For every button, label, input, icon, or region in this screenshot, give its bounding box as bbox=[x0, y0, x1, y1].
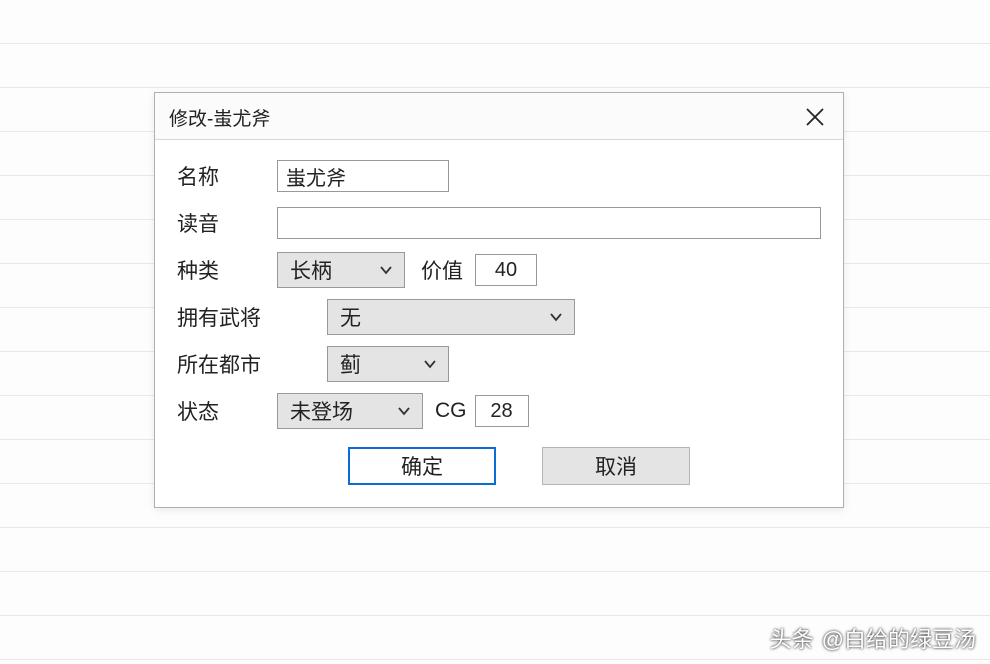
dialog-content: 名称 读音 种类 长柄 价值 拥有武将 无 所在都市 蓟 bbox=[155, 140, 843, 507]
edit-dialog: 修改-蚩尤斧 名称 读音 种类 长柄 价值 拥有武将 无 bbox=[154, 92, 844, 508]
watermark: 头条 @白给的绿豆汤 bbox=[770, 622, 976, 654]
row-type-value: 种类 长柄 价值 bbox=[177, 252, 821, 288]
status-label: 状态 bbox=[177, 396, 277, 426]
dialog-button-row: 确定 取消 bbox=[217, 447, 821, 485]
dialog-title: 修改-蚩尤斧 bbox=[169, 104, 270, 131]
type-select[interactable]: 长柄 bbox=[277, 252, 405, 288]
close-icon bbox=[804, 106, 826, 128]
chevron-down-icon bbox=[378, 262, 394, 278]
chevron-down-icon bbox=[422, 356, 438, 372]
type-select-value: 长柄 bbox=[290, 255, 332, 285]
city-select-value: 蓟 bbox=[340, 349, 361, 379]
watermark-handle: @白给的绿豆汤 bbox=[822, 622, 976, 654]
reading-input[interactable] bbox=[277, 207, 821, 239]
chevron-down-icon bbox=[548, 309, 564, 325]
cg-label: CG bbox=[435, 399, 467, 423]
city-label: 所在都市 bbox=[177, 349, 277, 379]
cancel-button-label: 取消 bbox=[595, 451, 637, 481]
ok-button[interactable]: 确定 bbox=[348, 447, 496, 485]
name-label: 名称 bbox=[177, 161, 277, 191]
ok-button-label: 确定 bbox=[401, 451, 443, 481]
city-select[interactable]: 蓟 bbox=[327, 346, 449, 382]
row-status-cg: 状态 未登场 CG bbox=[177, 393, 821, 429]
row-owner: 拥有武将 无 bbox=[177, 299, 821, 335]
status-select-value: 未登场 bbox=[290, 396, 353, 426]
watermark-prefix: 头条 bbox=[770, 622, 814, 654]
value-input[interactable] bbox=[475, 254, 537, 286]
owner-select-value: 无 bbox=[340, 302, 361, 332]
reading-label: 读音 bbox=[177, 208, 277, 238]
dialog-titlebar: 修改-蚩尤斧 bbox=[155, 93, 843, 140]
chevron-down-icon bbox=[396, 403, 412, 419]
value-label: 价值 bbox=[421, 255, 463, 285]
row-reading: 读音 bbox=[177, 205, 821, 241]
owner-label: 拥有武将 bbox=[177, 302, 277, 332]
close-button[interactable] bbox=[801, 103, 829, 131]
type-label: 种类 bbox=[177, 255, 277, 285]
cg-input[interactable] bbox=[475, 395, 529, 427]
name-input[interactable] bbox=[277, 160, 449, 192]
cancel-button[interactable]: 取消 bbox=[542, 447, 690, 485]
status-select[interactable]: 未登场 bbox=[277, 393, 423, 429]
row-name: 名称 bbox=[177, 158, 821, 194]
row-city: 所在都市 蓟 bbox=[177, 346, 821, 382]
owner-select[interactable]: 无 bbox=[327, 299, 575, 335]
